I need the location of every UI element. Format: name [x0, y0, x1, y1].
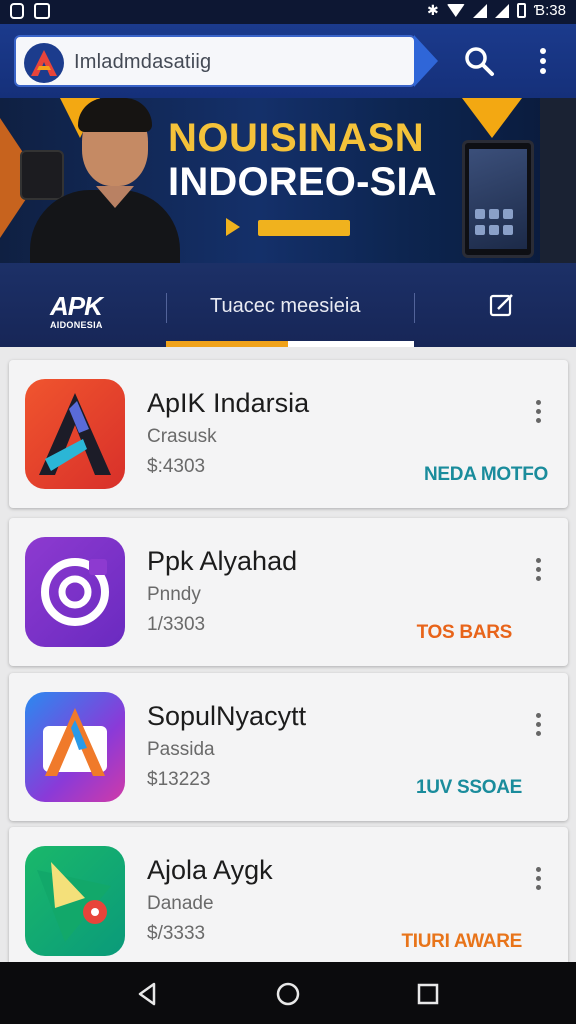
app-tag: 1UV SSOAE	[415, 777, 522, 798]
apk-indarsia-icon	[25, 379, 125, 489]
app-logo-icon	[24, 43, 64, 83]
app-subtitle: Crasusk	[147, 426, 217, 447]
ppk-alyahad-icon	[25, 537, 125, 647]
app-tag: TIURI AWARE	[401, 931, 522, 952]
logo-subtext: AIDONESIA	[50, 320, 103, 330]
app-price: $13223	[147, 769, 211, 790]
image-icon	[34, 3, 50, 19]
home-icon[interactable]	[274, 980, 302, 1008]
app-card[interactable]: ApIK Indarsia Crasusk $:4303 NEDA MOTFO	[9, 360, 568, 508]
recents-icon[interactable]	[414, 980, 442, 1008]
banner-decor	[258, 220, 350, 236]
bluetooth-icon: ✱	[427, 2, 439, 18]
signal-icon	[494, 3, 509, 18]
wifi-icon	[446, 4, 465, 17]
tab-apk-logo[interactable]: APK AIDONESIA	[50, 291, 103, 330]
system-nav-bar	[0, 962, 576, 1024]
edit-icon[interactable]	[488, 291, 516, 319]
app-tag: NEDA MOTFO	[423, 464, 548, 485]
divider	[166, 293, 167, 323]
divider	[414, 293, 415, 323]
app-price: 1/3303	[147, 614, 206, 635]
app-card[interactable]: SopulNyacytt Passida $13223 1UV SSOAE	[9, 673, 568, 821]
banner-decor	[462, 98, 522, 138]
status-bar: ✱ Ɓ:38	[0, 0, 576, 24]
more-vertical-icon[interactable]	[526, 44, 560, 78]
tablet-image	[462, 140, 534, 258]
ajola-aygk-icon	[25, 846, 125, 956]
tab-bar: APK AIDONESIA Tuacec meesieia	[0, 263, 576, 347]
more-vertical-icon[interactable]	[530, 556, 546, 584]
banner-person-image	[540, 98, 576, 263]
logo-text: APK	[50, 291, 103, 321]
search-field-arrow	[414, 35, 438, 87]
lock-icon	[10, 3, 24, 19]
app-subtitle: Pnndy	[147, 584, 201, 605]
banner-title-line1: NOUISINASN	[168, 116, 425, 160]
more-vertical-icon[interactable]	[530, 398, 546, 426]
banner-decor	[226, 218, 240, 236]
app-name: ApIK Indarsia	[147, 388, 310, 418]
app-price: $:4303	[147, 456, 206, 477]
app-name: Ajola Aygk	[147, 855, 273, 885]
banner-person-image	[30, 98, 180, 263]
search-input-text[interactable]: Imladmdasatiig	[74, 51, 211, 74]
app-price: $/3333	[147, 923, 206, 944]
more-vertical-icon[interactable]	[530, 711, 546, 739]
app-tag: TOS BARS	[416, 622, 513, 643]
app-card[interactable]: Ajola Aygk Danade $/3333 TIURI AWARE	[9, 827, 568, 975]
search-icon[interactable]	[462, 44, 496, 78]
app-name: SopulNyacytt	[147, 701, 307, 731]
app-subtitle: Passida	[147, 739, 215, 760]
tab-indicator	[166, 341, 288, 347]
signal-icon	[472, 3, 487, 18]
banner-title-line2: INDOREO-SIA	[168, 160, 437, 204]
app-subtitle: Danade	[147, 893, 214, 914]
more-vertical-icon[interactable]	[530, 865, 546, 893]
battery-icon	[516, 3, 526, 18]
back-icon[interactable]	[134, 980, 162, 1008]
tab-middle[interactable]: Tuacec meesieia	[210, 295, 360, 318]
app-card[interactable]: Ppk Alyahad Pnndy 1/3303 TOS BARS	[9, 518, 568, 666]
search-field[interactable]: Imladmdasatiig	[14, 35, 416, 87]
sopulnyacytt-icon	[25, 692, 125, 802]
tab-indicator	[288, 341, 414, 347]
status-time: Ɓ:38	[533, 2, 566, 19]
app-name: Ppk Alyahad	[147, 546, 298, 576]
promo-banner[interactable]: NOUISINASN INDOREO-SIA	[0, 98, 576, 263]
app-bar: Imladmdasatiig	[0, 24, 576, 98]
